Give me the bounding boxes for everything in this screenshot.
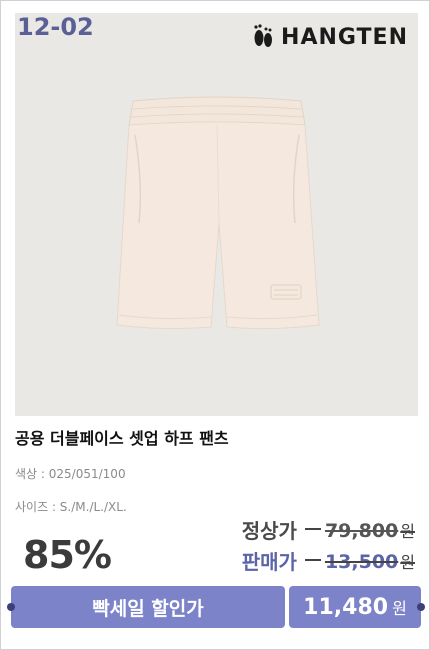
promo-price-button[interactable]: 11,480 원 <box>289 586 425 628</box>
size-info: 사이즈 : S./M./L./XL. <box>15 498 127 515</box>
regular-price-value: 79,800 <box>324 519 399 542</box>
regular-price-row: 정상가 79,800 원 <box>242 515 415 544</box>
promo-bar[interactable]: 빡세일 할인가 11,480 원 <box>7 586 425 628</box>
promo-label: 빡세일 할인가 <box>92 597 204 620</box>
footprint-icon <box>254 24 273 47</box>
regular-price-currency: 원 <box>400 521 415 541</box>
final-price-currency: 원 <box>392 599 407 618</box>
product-photo[interactable]: 12-02 HANGTEN <box>15 13 418 416</box>
shorts-image <box>116 96 320 330</box>
discount-rate: 85% <box>23 533 112 577</box>
product-card[interactable]: 12-02 HANGTEN 공용 더블페이스 셋업 하프 팬츠 색상 : 025… <box>0 0 430 650</box>
sale-price-wrap: 13,500 원 <box>304 549 415 573</box>
sale-price-label: 판매가 <box>241 550 297 574</box>
color-label: 색상 <box>15 467 38 481</box>
sale-price-value: 13,500 <box>324 550 399 573</box>
brand-logo: HANGTEN <box>251 23 408 51</box>
date-badge: 12-02 <box>17 13 94 41</box>
ticket-notch <box>417 603 425 611</box>
strike-dash <box>304 558 321 561</box>
regular-price-label: 정상가 <box>241 519 297 543</box>
final-price: 11,480 <box>303 594 389 620</box>
size-label: 사이즈 <box>15 500 49 514</box>
sale-price-row: 판매가 13,500 원 <box>242 546 415 575</box>
sale-price-currency: 원 <box>400 552 415 572</box>
size-value: : S./M./L./XL. <box>51 500 127 514</box>
color-value: : 025/051/100 <box>40 467 126 481</box>
strike-dash <box>304 527 321 530</box>
regular-price-wrap: 79,800 원 <box>304 518 415 542</box>
product-title[interactable]: 공용 더블페이스 셋업 하프 팬츠 <box>15 425 229 449</box>
promo-label-button[interactable]: 빡세일 할인가 <box>7 586 285 628</box>
ticket-notch <box>7 603 15 611</box>
brand-name: HANGTEN <box>281 24 408 50</box>
color-info: 색상 : 025/051/100 <box>15 465 126 482</box>
